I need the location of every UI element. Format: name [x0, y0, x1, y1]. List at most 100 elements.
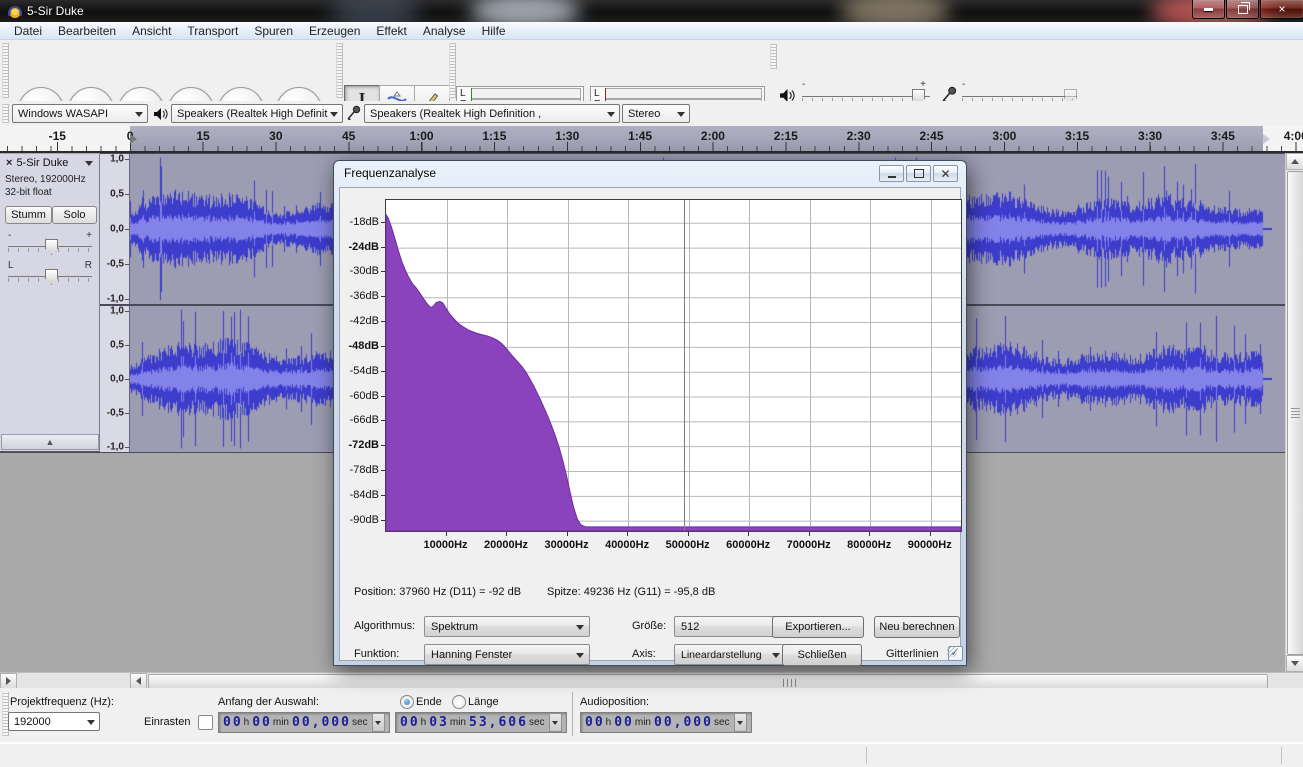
recalculate-button[interactable]: Neu berechnen	[874, 616, 960, 638]
dialog-minimize-button[interactable]	[879, 165, 904, 182]
tools-toolbar-grip[interactable]	[336, 43, 343, 98]
menu-item-hilfe[interactable]: Hilfe	[474, 23, 514, 39]
menu-item-effekt[interactable]: Effekt	[368, 23, 414, 39]
length-radio[interactable]	[452, 695, 466, 709]
dialog-restore-button[interactable]	[906, 165, 931, 182]
function-select[interactable]: Hanning Fenster	[424, 644, 590, 665]
ruler-tick	[125, 229, 129, 230]
menu-item-datei[interactable]: Datei	[6, 23, 50, 39]
window-close-button[interactable]: ×	[1260, 0, 1303, 19]
x-axis-label: 90000Hz	[908, 539, 952, 551]
playback-device-speaker-icon	[154, 108, 167, 120]
gain-thumb[interactable]	[45, 239, 58, 255]
selection-start-timefield[interactable]: 00h00min00,000sec	[218, 712, 390, 733]
scroll-right-button[interactable]	[0, 673, 17, 689]
timeline-label-30: 30	[269, 129, 282, 143]
menu-item-ansicht[interactable]: Ansicht	[124, 23, 179, 39]
timeline-label-1-15: 1:15	[482, 129, 506, 143]
menu-item-analyse[interactable]: Analyse	[415, 23, 474, 39]
scroll-down-button[interactable]	[1286, 655, 1303, 672]
vertical-ruler-channel-1[interactable]: 1,00,50,0-0,5-1,0	[100, 154, 130, 304]
vertical-ruler-channel-2[interactable]: 1,00,50,0-0,5-1,0	[100, 306, 130, 452]
track-name[interactable]: 5-Sir Duke	[16, 157, 85, 169]
dialog-title: Frequenzanalyse	[344, 166, 436, 180]
vertical-scrollbar-thumb[interactable]	[1287, 171, 1303, 655]
mute-button[interactable]: Stumm	[5, 206, 52, 224]
horizontal-scrollbar[interactable]	[0, 672, 1303, 688]
menu-item-transport[interactable]: Transport	[179, 23, 246, 39]
timeline-ruler[interactable]: -1501530451:001:151:301:452:002:152:302:…	[0, 126, 1303, 153]
selection-toolbar: Projektfrequenz (Hz): 192000 Einrasten A…	[0, 688, 1303, 743]
menu-item-bearbeiten[interactable]: Bearbeiten	[50, 23, 124, 39]
selection-start-marker[interactable]	[130, 134, 137, 144]
selection-end-marker[interactable]	[1263, 134, 1270, 144]
mixer-toolbar-grip[interactable]	[770, 44, 777, 69]
recording-channels-select[interactable]: Stereo	[622, 104, 690, 123]
meter-toolbar-grip[interactable]	[449, 43, 456, 98]
project-rate-select[interactable]: 192000	[8, 712, 100, 731]
audio-position-timefield[interactable]: 00h00min00,000sec	[580, 712, 752, 733]
spectrum-area[interactable]	[386, 215, 961, 532]
timefield-spinner[interactable]	[549, 713, 562, 732]
ruler-value-label: -0,5	[107, 259, 124, 270]
pan-thumb[interactable]	[45, 269, 58, 285]
ruler-value-label: 1,0	[110, 306, 124, 317]
function-value: Hanning Fenster	[431, 649, 512, 661]
pan-slider[interactable]: L R	[8, 264, 92, 280]
time-digits-min[interactable]: 03	[429, 715, 449, 730]
timeline-label-2-45: 2:45	[919, 129, 943, 143]
timefield-spinner[interactable]	[734, 713, 747, 732]
scroll-up-button[interactable]	[1286, 153, 1303, 170]
ruler-value-label: -0,5	[107, 408, 124, 419]
axis-select[interactable]: Lineardarstellung	[674, 644, 786, 665]
algorithm-select[interactable]: Spektrum	[424, 616, 590, 637]
time-digits-h[interactable]: 00	[223, 715, 243, 730]
track-control-panel[interactable]: × 5-Sir Duke Stereo, 192000Hz 32-bit flo…	[0, 154, 100, 452]
track-close-button[interactable]: ×	[2, 157, 16, 169]
selection-start-label: Anfang der Auswahl:	[218, 696, 319, 708]
cursor-position-readout: Position: 37960 Hz (D11) = -92 dB	[354, 586, 521, 598]
time-digits-h[interactable]: 00	[585, 715, 605, 730]
menu-item-erzeugen[interactable]: Erzeugen	[301, 23, 368, 39]
size-select[interactable]: 512	[674, 616, 786, 637]
dropdown-arrow-icon	[87, 720, 95, 725]
time-digits-min[interactable]: 00	[614, 715, 634, 730]
export-button[interactable]: Exportieren...	[772, 616, 864, 638]
horizontal-scrollbar-thumb[interactable]	[148, 674, 1268, 689]
solo-button[interactable]: Solo	[52, 206, 97, 224]
scroll-left-button[interactable]	[130, 673, 147, 689]
playback-device-select[interactable]: Speakers (Realtek High Definit	[171, 104, 343, 123]
x-axis-label: 20000Hz	[484, 539, 528, 551]
time-digits-sec[interactable]: 00,000	[292, 715, 351, 730]
track-menu-arrow-icon[interactable]	[85, 161, 93, 166]
gain-slider[interactable]: - +	[8, 234, 92, 250]
time-digits-sec[interactable]: 00,000	[654, 715, 713, 730]
time-digits-min[interactable]: 00	[252, 715, 272, 730]
dialog-resize-grip[interactable]	[947, 647, 957, 657]
y-axis-label: -24dB	[348, 241, 379, 253]
end-radio[interactable]	[400, 695, 414, 709]
window-restore-button[interactable]	[1226, 0, 1259, 19]
time-digits-sec[interactable]: 53,606	[469, 715, 528, 730]
menu-item-spuren[interactable]: Spuren	[246, 23, 301, 39]
playback-meter-bar-left	[471, 88, 581, 99]
audio-host-select[interactable]: Windows WASAPI	[12, 104, 148, 123]
frequency-analysis-dialog[interactable]: Frequenzanalyse ✕ -18dB-24dB-30dB-36dB-4…	[333, 160, 967, 666]
dropdown-arrow-icon	[677, 112, 685, 117]
y-axis-label: -84dB	[350, 489, 379, 501]
recording-device-select[interactable]: Speakers (Realtek High Definition ,	[364, 104, 620, 123]
selection-end-timefield[interactable]: 00h03min53,606sec	[395, 712, 567, 733]
snap-to-checkbox[interactable]	[198, 715, 213, 730]
device-toolbar-grip[interactable]	[2, 104, 9, 123]
track-collapse-button[interactable]: ▲	[1, 434, 99, 450]
title-bar[interactable]: 5-Sir Duke ×	[0, 0, 1303, 22]
transport-toolbar-grip[interactable]	[2, 43, 9, 98]
window-minimize-button[interactable]	[1192, 0, 1225, 19]
spectrum-plot[interactable]	[385, 199, 962, 532]
vertical-scrollbar[interactable]	[1285, 153, 1303, 672]
dialog-close-button[interactable]: ✕	[933, 165, 958, 182]
timefield-spinner[interactable]	[372, 713, 385, 732]
ruler-tick	[125, 159, 129, 160]
time-digits-h[interactable]: 00	[400, 715, 420, 730]
close-dialog-button[interactable]: Schließen	[782, 644, 862, 666]
